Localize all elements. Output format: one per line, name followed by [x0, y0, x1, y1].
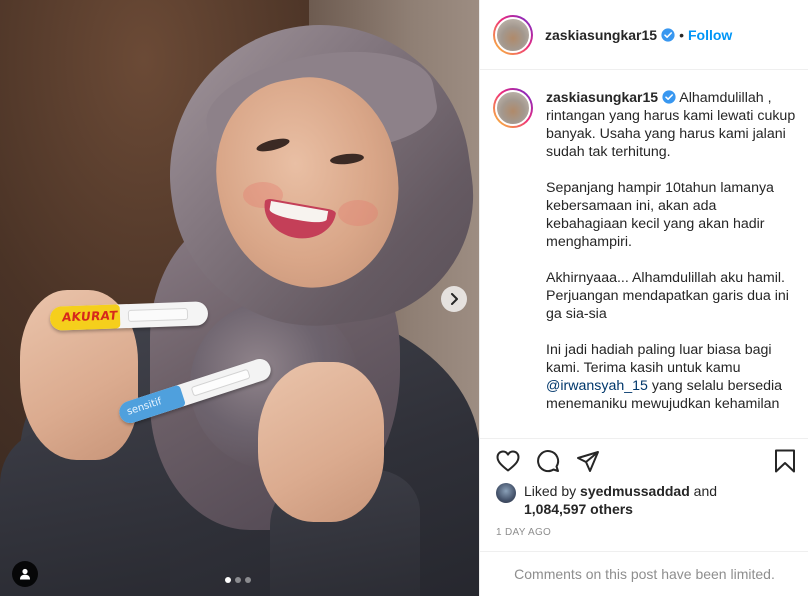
share-button[interactable]	[574, 447, 602, 475]
photo-cheek-right	[338, 200, 378, 226]
author-avatar-image	[495, 16, 531, 53]
liked-by-prefix: Liked by	[524, 483, 581, 499]
post-side-panel: zaskiasungkar15 • Follow zaskiasungkar15…	[479, 0, 808, 596]
comment-button[interactable]	[534, 447, 562, 475]
post-timestamp[interactable]: 1 DAY AGO	[496, 527, 551, 538]
carousel-dot-2	[235, 577, 241, 583]
comment-bubble-icon	[537, 449, 560, 472]
likes-summary: Liked by syedmussaddad and 1,084,597 oth…	[496, 482, 717, 518]
caption-author-avatar-image	[495, 90, 531, 126]
caption-avatar-wrap	[493, 88, 533, 431]
mention-link[interactable]: @irwansyah_15	[546, 378, 648, 394]
action-bar	[480, 438, 808, 482]
likes-others-count[interactable]: 1,084,597 others	[524, 501, 633, 517]
caption-text: zaskiasungkar15 Alhamdulillah , rintanga…	[546, 88, 796, 431]
tagged-users-button[interactable]	[12, 561, 38, 587]
caption-row: zaskiasungkar15 Alhamdulillah , rintanga…	[493, 88, 796, 431]
caption-username[interactable]: zaskiasungkar15	[546, 89, 658, 105]
carousel-indicator	[225, 577, 251, 583]
carousel-dot-1	[225, 577, 231, 583]
liker-avatar[interactable]	[496, 483, 516, 503]
post-photo[interactable]: AKURAT sensitif	[0, 0, 479, 596]
header-separator: •	[679, 26, 684, 43]
like-button[interactable]	[494, 447, 522, 475]
bookmark-icon	[775, 449, 795, 472]
pregnancy-test-yellow-label: AKURAT	[61, 308, 119, 325]
follow-button[interactable]: Follow	[688, 27, 732, 43]
comments-limited-notice: Comments on this post have been limited.	[480, 551, 808, 596]
liked-by-user[interactable]: syedmussaddad	[580, 483, 690, 499]
caption-author-avatar[interactable]	[493, 88, 533, 128]
caption-paragraph-4: Ini jadi hadiah paling luar biasa bagi k…	[546, 341, 796, 413]
caption-paragraph-2: Sepanjang hampir 10tahun lamanya kebersa…	[546, 180, 774, 250]
caption-paragraph-1: zaskiasungkar15 Alhamdulillah , rintanga…	[546, 88, 796, 161]
carousel-next-button[interactable]	[441, 286, 467, 312]
post-header: zaskiasungkar15 • Follow	[480, 0, 808, 70]
paper-plane-icon	[577, 450, 599, 472]
author-username[interactable]: zaskiasungkar15	[545, 27, 657, 43]
save-button[interactable]	[771, 447, 799, 475]
verified-badge-icon	[661, 27, 675, 42]
caption-paragraph-3: Akhirnyaaa... Alhamdulillah aku hamil. P…	[546, 270, 789, 322]
user-icon	[20, 568, 30, 580]
likes-text: Liked by syedmussaddad and 1,084,597 oth…	[524, 482, 717, 518]
chevron-right-icon	[451, 293, 458, 305]
photo-hand-right	[258, 362, 384, 522]
caption-paragraph-4-text: Ini jadi hadiah paling luar biasa bagi k…	[546, 342, 772, 376]
heart-icon	[496, 450, 520, 471]
carousel-dot-3	[245, 577, 251, 583]
verified-badge-icon	[662, 90, 676, 104]
author-avatar[interactable]	[493, 14, 533, 55]
liked-by-and: and	[689, 483, 718, 499]
pregnancy-test-yellow-window	[127, 307, 189, 323]
caption-scroll-area[interactable]: zaskiasungkar15 Alhamdulillah , rintanga…	[480, 71, 808, 438]
